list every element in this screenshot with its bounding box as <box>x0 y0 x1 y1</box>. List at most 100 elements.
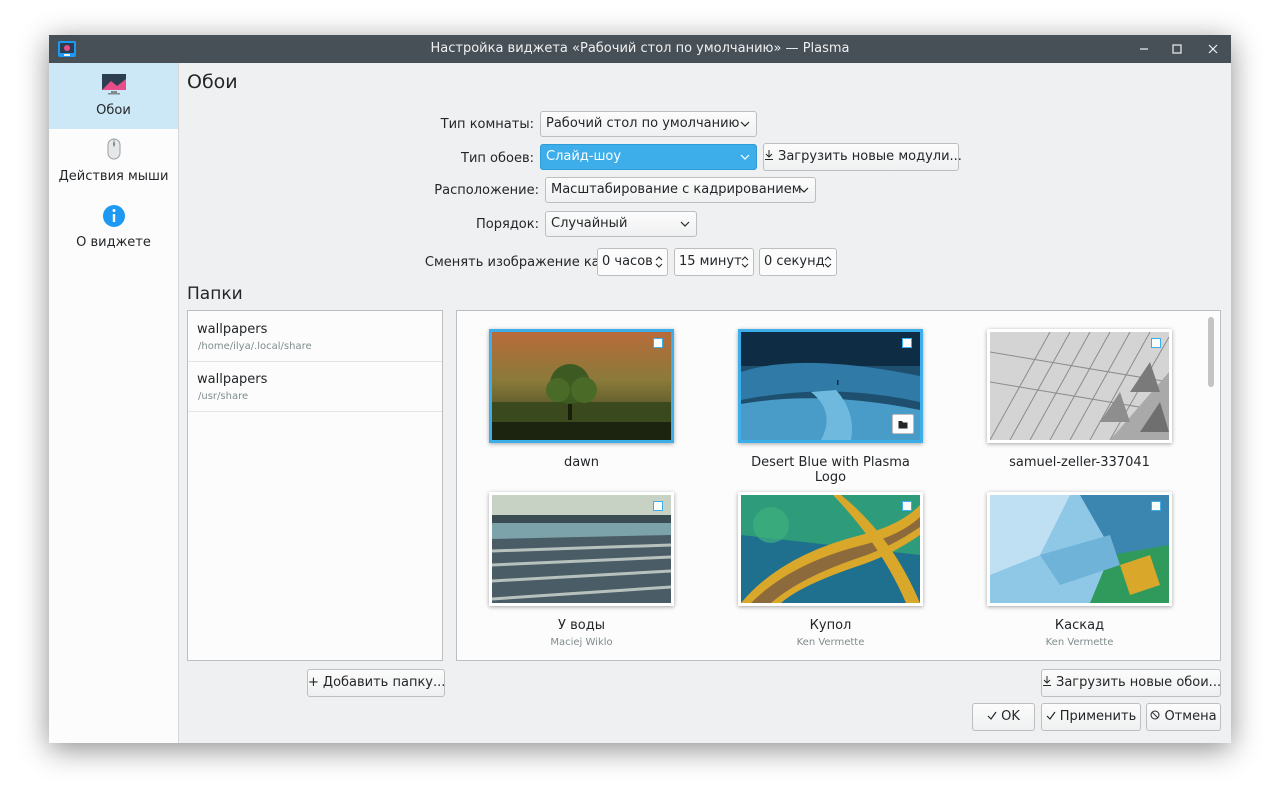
wallpaper-thumbnail[interactable] <box>987 492 1172 606</box>
wallpaper-name: Desert Blue with Plasma Logo <box>751 455 910 485</box>
hours-value: 0 часов <box>602 254 653 269</box>
wallpaper-type-label: Тип обоев: <box>461 151 534 166</box>
seconds-spinbox[interactable]: 0 секунд <box>759 248 837 276</box>
folder-path: /home/ilya/.local/share <box>198 341 312 352</box>
chevron-down-icon <box>680 221 690 227</box>
wallpaper-author: Maciej Wiklo <box>550 637 613 648</box>
maximize-button[interactable] <box>1163 35 1191 63</box>
spin-arrows-icon <box>741 256 749 268</box>
positioning-value: Масштабирование с кадрированием <box>551 182 802 197</box>
wallpaper-tile-by-the-water[interactable]: У воды Maciej Wiklo <box>489 492 689 660</box>
wallpaper-name: У воды <box>558 618 605 633</box>
apply-label: Применить <box>1059 709 1137 724</box>
wallpaper-thumbnail[interactable] <box>489 492 674 606</box>
order-value: Случайный <box>551 216 628 231</box>
cancel-button[interactable]: Отмена <box>1146 703 1221 731</box>
selection-checkbox[interactable] <box>902 338 912 348</box>
wallpaper-tile-dawn[interactable]: dawn <box>489 329 689 499</box>
chevron-down-icon <box>799 187 809 193</box>
wallpaper-thumbnail[interactable] <box>489 329 674 443</box>
scrollbar-handle[interactable] <box>1208 317 1214 387</box>
sidebar-item-label: Обои <box>96 103 131 118</box>
add-folder-button[interactable]: + Добавить папку... <box>307 669 445 697</box>
content-area: Обои Тип комнаты: Рабочий стол по умолча… <box>179 63 1231 743</box>
close-button[interactable] <box>1199 35 1227 63</box>
thumbnail-kaskad-image <box>990 495 1169 603</box>
wallpaper-name: Купол <box>809 618 852 633</box>
thumbnail-samuel-zeller-image <box>990 332 1169 440</box>
wallpaper-author: Ken Vermette <box>796 637 865 648</box>
add-folder-label: Добавить папку... <box>322 675 446 690</box>
minimize-icon <box>1140 48 1148 50</box>
spin-arrows-icon <box>655 256 663 268</box>
title-bar[interactable]: Настройка виджета «Рабочий стол по умолч… <box>49 35 1231 63</box>
wallpaper-type-combo[interactable]: Слайд-шоу <box>540 144 757 170</box>
spin-arrows-icon <box>824 256 832 268</box>
wallpaper-name: dawn <box>563 455 600 470</box>
layout-label: Тип комнаты: <box>440 117 534 132</box>
ok-button[interactable]: OK <box>972 703 1035 731</box>
thumbnail-dawn-image <box>492 332 671 440</box>
sidebar-item-mouse-actions[interactable]: Действия мыши <box>49 129 178 195</box>
wallpaper-tile-kaskad[interactable]: Каскад Ken Vermette <box>987 492 1187 660</box>
apply-button[interactable]: Применить <box>1041 703 1141 731</box>
sidebar-item-label: О виджете <box>76 235 151 250</box>
sidebar-item-wallpaper[interactable]: Обои <box>49 63 178 129</box>
wallpaper-tile-samuel-zeller[interactable]: samuel-zeller-337041 <box>987 329 1187 499</box>
selection-checkbox[interactable] <box>1151 501 1161 511</box>
get-new-wallpapers-button[interactable]: Загрузить новые обои... <box>1041 669 1221 697</box>
cancel-label: Отмена <box>1164 709 1217 724</box>
get-new-plugins-button[interactable]: Загрузить новые модули... <box>763 143 962 171</box>
sidebar-item-about[interactable]: О виджете <box>49 195 178 261</box>
cancel-icon <box>1150 710 1160 720</box>
minutes-spinbox[interactable]: 15 минут <box>674 248 754 276</box>
wallpaper-grid: dawn Desert Blue with Plasma Logo samuel… <box>456 310 1221 661</box>
folder-list-item[interactable]: wallpapers /home/ilya/.local/share <box>188 311 442 362</box>
order-combo[interactable]: Случайный <box>545 211 697 237</box>
chevron-down-icon <box>740 121 750 127</box>
hours-spinbox[interactable]: 0 часов <box>597 248 668 276</box>
sidebar-item-label: Действия мыши <box>58 169 169 184</box>
page-title: Обои <box>187 71 238 93</box>
download-icon <box>1043 676 1051 686</box>
thumbnail-kupol-image <box>741 495 920 603</box>
wallpaper-name: Каскад <box>1054 618 1105 633</box>
wallpaper-tile-desert-blue[interactable]: Desert Blue with Plasma Logo <box>738 329 938 499</box>
layout-combo[interactable]: Рабочий стол по умолчанию <box>540 111 757 137</box>
positioning-label: Расположение: <box>434 183 539 198</box>
selection-checkbox[interactable] <box>653 501 663 511</box>
folder-name: wallpapers <box>197 372 268 387</box>
folder-path: /usr/share <box>198 391 249 402</box>
wallpaper-thumbnail[interactable] <box>738 329 923 443</box>
folder-icon <box>898 420 908 428</box>
config-window: Настройка виджета «Рабочий стол по умолч… <box>49 35 1231 743</box>
open-folder-button[interactable] <box>892 414 914 434</box>
download-icon <box>765 150 773 160</box>
wallpaper-author: Ken Vermette <box>1045 637 1114 648</box>
ok-label: OK <box>1001 709 1020 724</box>
window-title: Настройка виджета «Рабочий стол по умолч… <box>430 41 850 56</box>
check-icon <box>1046 711 1056 720</box>
selection-checkbox[interactable] <box>653 338 663 348</box>
layout-value: Рабочий стол по умолчанию <box>546 116 740 131</box>
minimize-button[interactable] <box>1130 35 1158 63</box>
selection-checkbox[interactable] <box>902 501 912 511</box>
category-sidebar: Обои Действия мыши О виджете <box>49 63 179 743</box>
minutes-value: 15 минут <box>679 254 742 269</box>
maximize-icon <box>1172 44 1182 54</box>
wallpaper-thumbnail[interactable] <box>987 329 1172 443</box>
folder-list-item[interactable]: wallpapers /usr/share <box>188 361 442 412</box>
wallpaper-thumbnail[interactable] <box>738 492 923 606</box>
close-icon <box>1208 44 1218 54</box>
positioning-combo[interactable]: Масштабирование с кадрированием <box>545 177 816 203</box>
wallpaper-name: samuel-zeller-337041 <box>1009 455 1150 470</box>
get-new-plugins-label: Загрузить новые модули... <box>778 149 962 164</box>
selection-checkbox[interactable] <box>1151 338 1161 348</box>
wallpaper-type-value: Слайд-шоу <box>546 149 622 164</box>
wallpaper-tile-kupol[interactable]: Купол Ken Vermette <box>738 492 938 660</box>
seconds-value: 0 секунд <box>764 254 825 269</box>
check-icon <box>987 711 997 720</box>
info-icon <box>103 205 125 227</box>
thumbnail-by-the-water-image <box>492 495 671 603</box>
plus-icon: + <box>308 675 319 690</box>
